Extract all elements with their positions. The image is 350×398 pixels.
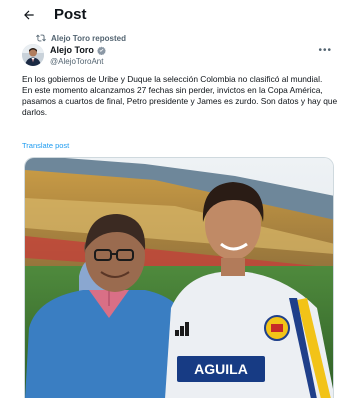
- author-name-text[interactable]: Alejo Toro: [50, 45, 94, 56]
- author-handle[interactable]: @AlejoToroAnt: [50, 57, 103, 67]
- tweet-text: En los gobiernos de Uribe y Duque la sel…: [22, 74, 340, 118]
- shirt-sponsor-text: AGUILA: [194, 361, 248, 377]
- verified-badge-icon: [96, 46, 106, 55]
- repost-icon: [36, 34, 46, 42]
- more-dots-icon: •••: [318, 45, 332, 56]
- tweet-paragraph-2: En este momento alcanzamos 27 fechas sin…: [22, 85, 338, 117]
- header: Post: [0, 0, 350, 30]
- post-photo[interactable]: AGUILA: [24, 157, 334, 398]
- repost-indicator: Alejo Toro reposted: [36, 32, 126, 44]
- arrow-left-icon: [24, 10, 34, 20]
- translate-post-link[interactable]: Translate post: [22, 141, 69, 150]
- author-name[interactable]: Alejo Toro: [50, 45, 106, 56]
- more-options-button[interactable]: •••: [318, 45, 332, 56]
- page-title: Post: [54, 6, 87, 23]
- tweet-paragraph-1: En los gobiernos de Uribe y Duque la sel…: [22, 74, 323, 84]
- repost-label[interactable]: Alejo Toro reposted: [51, 34, 126, 43]
- avatar[interactable]: [22, 44, 44, 66]
- back-button[interactable]: [20, 6, 38, 24]
